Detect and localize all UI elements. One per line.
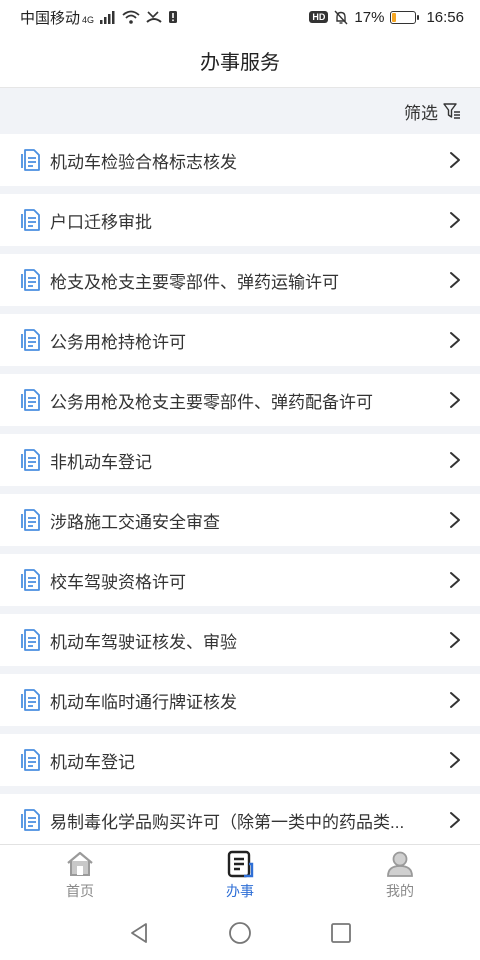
battery-fill [392, 12, 397, 22]
network-type: 4G [82, 14, 95, 25]
chevron-right-icon [450, 752, 460, 768]
document-list-icon [21, 629, 40, 651]
list-item-label: 涉路施工交通安全审查 [50, 512, 220, 532]
home-circle-icon[interactable] [228, 921, 252, 945]
document-list-icon [21, 749, 40, 771]
document-list-icon [21, 569, 40, 591]
mute-bell-icon [334, 10, 348, 24]
document-list-icon [21, 449, 40, 471]
chevron-right-icon [450, 512, 460, 528]
list-item[interactable]: 公务用枪持枪许可 [0, 314, 480, 366]
notification-icon [169, 11, 178, 23]
list-item[interactable]: 户口迁移审批 [0, 194, 480, 246]
home-icon [67, 851, 93, 876]
chevron-right-icon [450, 572, 460, 588]
document-list-icon [21, 269, 40, 291]
tab-label-profile: 我的 [386, 883, 414, 899]
list-item-label: 机动车驾驶证核发、审验 [50, 632, 237, 652]
list-item-label: 机动车检验合格标志核发 [50, 152, 237, 172]
tab-label-services: 办事 [226, 883, 254, 899]
list-item[interactable]: 公务用枪及枪支主要零部件、弹药配备许可 [0, 374, 480, 426]
recents-icon[interactable] [330, 922, 352, 944]
signal-icon [100, 10, 115, 24]
chevron-right-icon [450, 212, 460, 228]
system-nav-bar [0, 906, 480, 960]
tab-label-home: 首页 [66, 883, 94, 899]
document-list-icon [21, 389, 40, 411]
list-item[interactable]: 校车驾驶资格许可 [0, 554, 480, 606]
document-list-icon [21, 689, 40, 711]
hd-badge: HD [309, 11, 329, 23]
service-list: 机动车检验合格标志核发 户口迁移审批枪支及枪支主要零部件、弹药运输许可 公务用枪持枪… [0, 134, 480, 846]
filter-icon[interactable] [442, 101, 462, 121]
list-item[interactable]: 易制毒化学品购买许可（除第一类中的药品类... [0, 794, 480, 846]
chevron-right-icon [450, 452, 460, 468]
carrier-label: 中国移动 [20, 9, 81, 27]
list-item[interactable]: 枪支及枪支主要零部件、弹药运输许可 [0, 254, 480, 306]
list-item[interactable]: 涉路施工交通安全审查 [0, 494, 480, 546]
filter-button[interactable]: 筛选 [404, 99, 438, 124]
status-right: HD 17% 16:56 [309, 9, 464, 26]
filter-bar: 筛选 [0, 88, 480, 134]
page-header: 办事服务 [0, 34, 480, 88]
list-item[interactable]: 机动车检验合格标志核发 [0, 134, 480, 186]
tab-home[interactable]: 首页 [0, 845, 160, 906]
chevron-right-icon [450, 392, 460, 408]
list-item[interactable]: 机动车驾驶证核发、审验 [0, 614, 480, 666]
chevron-right-icon [450, 272, 460, 288]
tab-services[interactable]: 办事 [160, 845, 320, 906]
user-icon [387, 851, 413, 877]
list-item-label: 机动车临时通行牌证核发 [50, 692, 237, 712]
wifi-icon [122, 10, 140, 24]
chevron-right-icon [450, 152, 460, 168]
list-item-label: 非机动车登记 [50, 452, 152, 472]
chevron-right-icon [450, 332, 460, 348]
document-list-icon [21, 809, 40, 831]
page-title: 办事服务 [200, 52, 280, 74]
battery-icon [390, 10, 420, 24]
document-list-icon [21, 149, 40, 171]
status-bar: 中国移动 4G HD 17% 16:56 [0, 0, 480, 34]
document-icon [227, 850, 254, 878]
tab-profile[interactable]: 我的 [320, 845, 480, 906]
battery-percent: 17% [354, 8, 385, 26]
chevron-right-icon [450, 692, 460, 708]
list-item-label: 校车驾驶资格许可 [50, 572, 186, 592]
list-item-label: 公务用枪及枪支主要零部件、弹药配备许可 [50, 392, 373, 412]
document-list-icon [21, 209, 40, 231]
clock: 16:56 [426, 8, 464, 26]
document-list-icon [21, 509, 40, 531]
chevron-right-icon [450, 632, 460, 648]
status-left: 中国移动 4G [20, 7, 178, 28]
back-icon[interactable] [128, 921, 150, 945]
list-item[interactable]: 机动车临时通行牌证核发 [0, 674, 480, 726]
list-item[interactable]: 非机动车登记 [0, 434, 480, 486]
list-item[interactable]: 机动车登记 [0, 734, 480, 786]
chevron-right-icon [450, 812, 460, 828]
document-list-icon [21, 329, 40, 351]
list-item-label: 易制毒化学品购买许可（除第一类中的药品类... [50, 812, 405, 832]
list-item-label: 机动车登记 [50, 752, 135, 772]
list-item-label: 枪支及枪支主要零部件、弹药运输许可 [50, 272, 339, 292]
bottom-tab-bar: 首页 办事 我的 [0, 844, 480, 906]
list-item-label: 公务用枪持枪许可 [50, 332, 186, 352]
missed-call-icon [146, 11, 162, 23]
list-item-label: 户口迁移审批 [50, 212, 152, 232]
